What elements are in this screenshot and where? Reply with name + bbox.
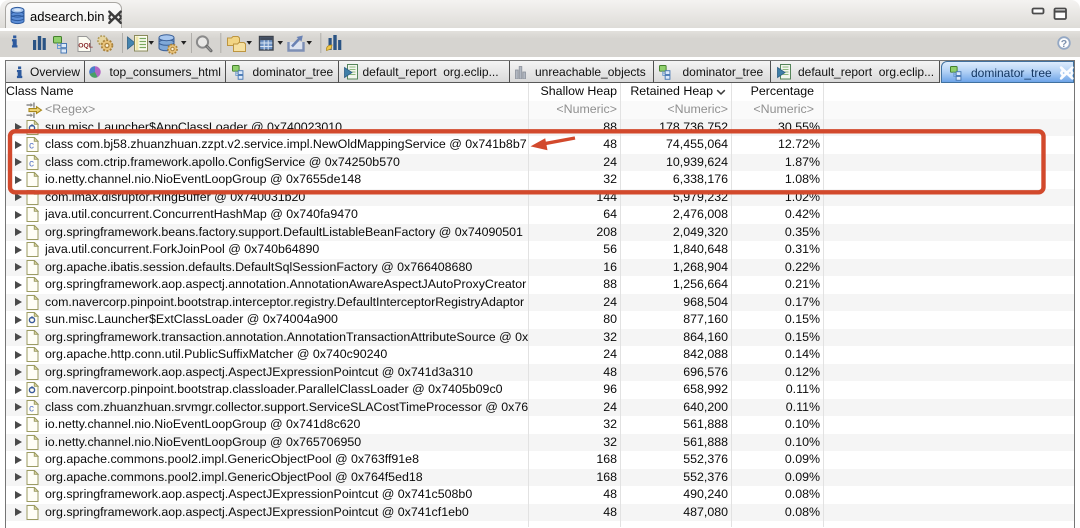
svg-text:?: ? xyxy=(1061,38,1067,50)
svg-text:OQL: OQL xyxy=(78,43,93,50)
